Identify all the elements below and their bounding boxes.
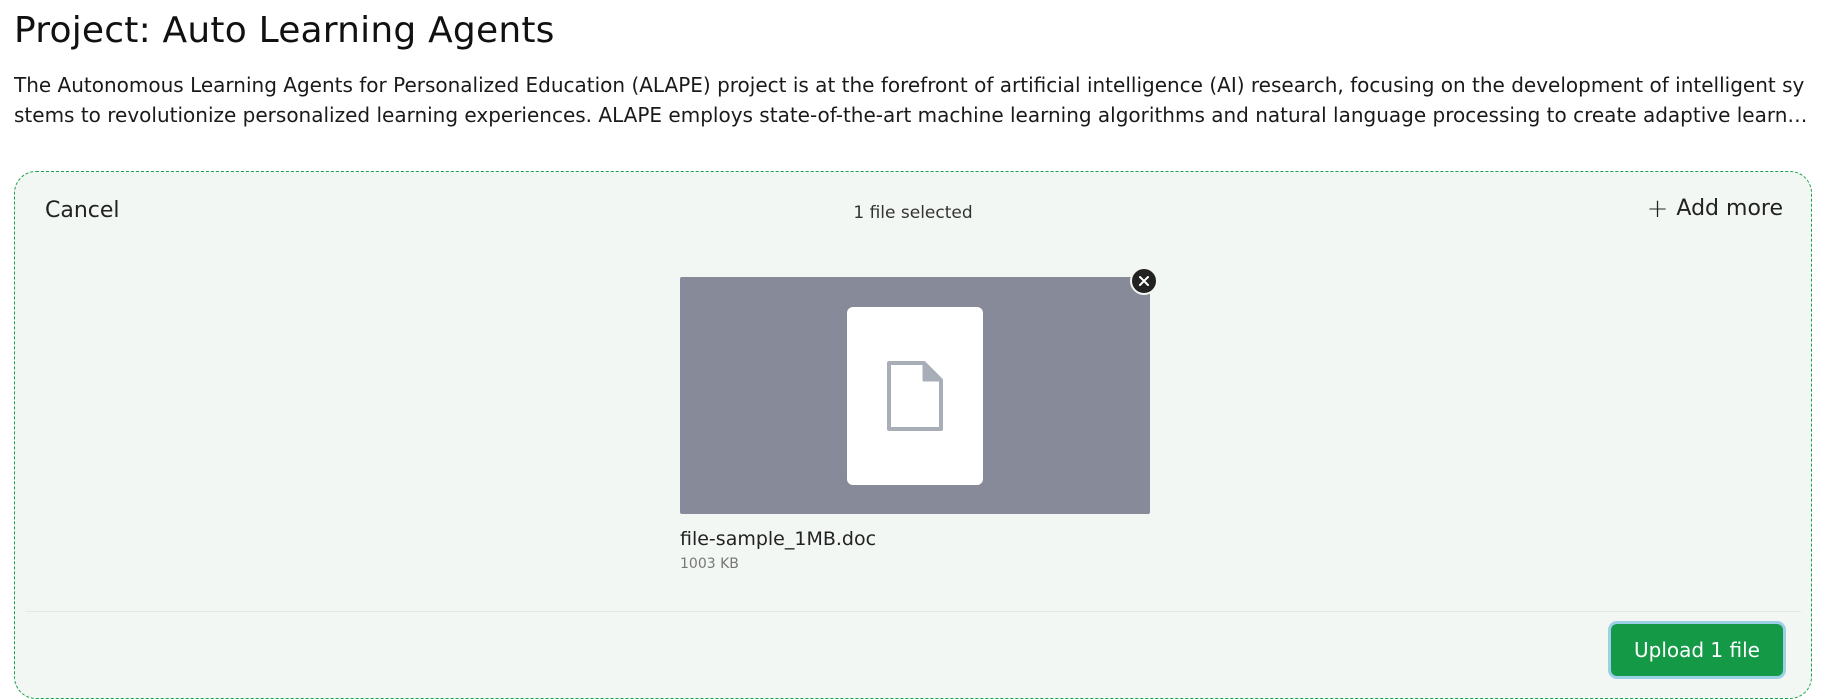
file-size: 1003 KB [680,556,739,572]
remove-file-button[interactable] [1130,267,1158,295]
page: Project: Auto Learning Agents The Autono… [0,0,1828,700]
document-icon [887,361,943,431]
selection-status: 1 file selected [853,203,973,223]
add-more-button[interactable]: + Add more [1646,193,1783,224]
upload-button[interactable]: Upload 1 file [1611,624,1783,676]
add-more-label: Add more [1676,196,1783,221]
file-preview [680,267,1158,514]
file-item: file-sample_1MB.doc 1003 KB [680,267,1158,572]
file-thumbnail [847,307,983,485]
dashboard-top-bar: Cancel 1 file selected + Add more [15,172,1811,252]
file-name: file-sample_1MB.doc [680,528,877,550]
close-icon [1139,276,1149,286]
page-title: Project: Auto Learning Agents [14,10,555,51]
plus-icon: + [1646,193,1669,224]
project-description: The Autonomous Learning Agents for Perso… [14,73,1808,127]
file-upload-dashboard: Cancel 1 file selected + Add more file-s… [14,171,1812,699]
footer-divider [25,611,1801,612]
